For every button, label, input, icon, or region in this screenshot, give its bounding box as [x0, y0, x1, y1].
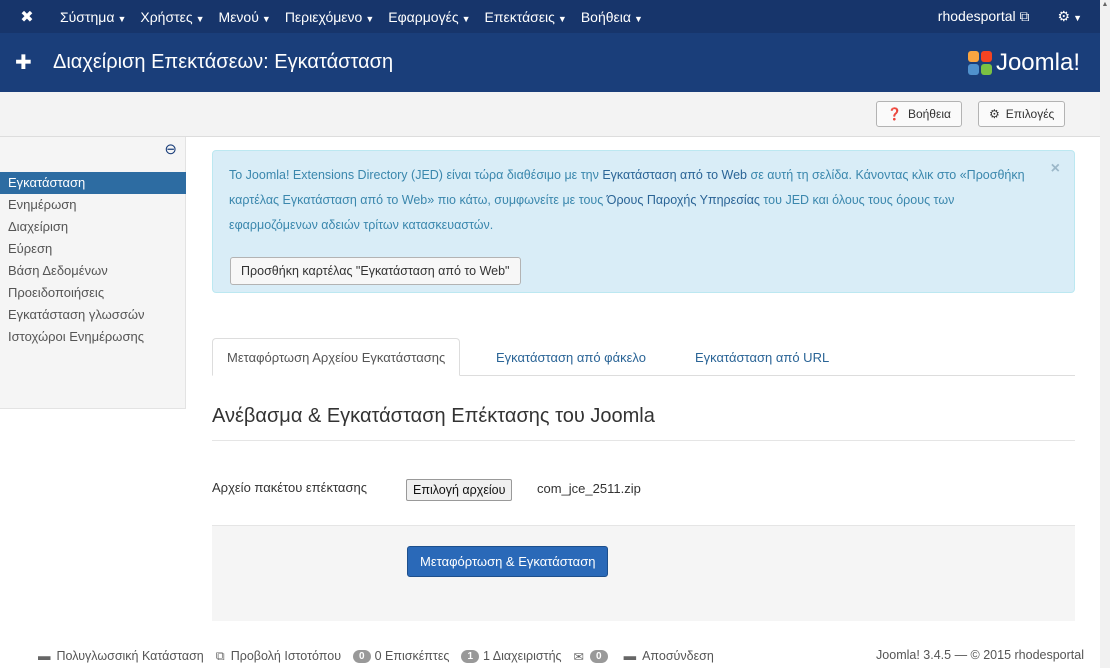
admins-label: 1 Διαχειριστής: [483, 649, 562, 663]
copyright-text: Joomla! 3.4.5 — © 2015 rhodesportal: [876, 648, 1084, 662]
status-bar: ▬ Πολυγλωσσική Κατάσταση ⧉ Προβολή Ιστοτ…: [0, 644, 1100, 668]
caret-down-icon: ▼: [461, 13, 471, 24]
caret-down-icon: ▼: [261, 13, 271, 24]
close-icon[interactable]: ×: [1051, 160, 1060, 178]
visitors-status: 0 0 Επισκέπτες: [353, 649, 449, 663]
scroll-up-icon[interactable]: ▲: [1100, 1, 1110, 8]
gear-icon: ⚙: [989, 107, 1000, 121]
caret-down-icon: ▼: [195, 13, 205, 24]
logout-label: Αποσύνδεση: [642, 649, 714, 663]
sidebar-item-update-sites[interactable]: Ιστοχώροι Ενημέρωσης: [0, 326, 186, 348]
menu-content[interactable]: Περιεχόμενο ▼: [285, 9, 374, 25]
admins-status: 1 1 Διαχειριστής: [461, 649, 562, 663]
messages-badge: 0: [590, 649, 608, 663]
external-link-icon: ⧉: [215, 648, 225, 663]
menu-label: Επεκτάσεις: [484, 8, 555, 25]
menu-label: Σύστημα: [60, 8, 115, 25]
package-file-label: Αρχείο πακέτου επέκτασης: [212, 480, 367, 495]
menu-system[interactable]: Σύστημα ▼: [60, 9, 126, 25]
tab-upload-package[interactable]: Μεταφόρτωση Αρχείου Εγκατάστασης: [212, 338, 461, 376]
sidebar: ⊖ Εγκατάσταση Ενημέρωση Διαχείριση Εύρεσ…: [0, 137, 186, 409]
upload-install-button[interactable]: Μεταφόρτωση & Εγκατάσταση: [407, 546, 609, 577]
options-label: Επιλογές: [1005, 107, 1055, 121]
menu-users[interactable]: Χρήστες ▼: [140, 9, 204, 25]
joomla-brand-logo: Joomla!: [967, 48, 1080, 77]
toolbar: ❓ Βοήθεια ⚙ Επιλογές: [0, 92, 1100, 137]
install-from-web-link[interactable]: Εγκατάσταση από το Web: [602, 168, 747, 182]
main-menu: Σύστημα ▼ Χρήστες ▼ Μενού ▼ Περιεχόμενο ▼ Εφ…: [60, 9, 657, 25]
joomla-logo-icon: [967, 50, 992, 75]
help-button[interactable]: ❓ Βοήθεια: [876, 101, 962, 127]
question-icon: ❓: [887, 107, 902, 121]
selected-file-name: com_jce_2511.zip: [537, 481, 641, 496]
choose-file-button[interactable]: Επιλογή αρχείου: [406, 479, 513, 501]
external-link-icon: ⧉: [1019, 8, 1030, 24]
caret-down-icon: ▼: [365, 13, 375, 24]
options-button[interactable]: ⚙ Επιλογές: [978, 101, 1066, 127]
view-site-label: Προβολή Ιστοτόπου: [230, 649, 342, 663]
visitors-label: 0 Επισκέπτες: [374, 649, 450, 663]
messages-status[interactable]: ✉ 0: [574, 649, 612, 664]
help-label: Βοήθεια: [907, 107, 951, 121]
comment-icon: ▬: [38, 649, 51, 663]
add-web-install-tab-button[interactable]: Προσθήκη καρτέλας "Εγκατάσταση από το We…: [230, 257, 521, 285]
menu-label: Περιεχόμενο: [284, 8, 363, 25]
alert-text-part: Το Joomla! Extensions Directory (JED) εί…: [229, 168, 603, 182]
sidebar-item-manage[interactable]: Διαχείριση: [0, 216, 186, 238]
caret-down-icon: ▼: [557, 13, 567, 24]
sidebar-item-install-languages[interactable]: Εγκατάσταση γλωσσών: [0, 304, 186, 326]
puzzle-icon: ✚: [15, 52, 32, 74]
user-menu[interactable]: ⚙ ▼: [1058, 8, 1082, 25]
jed-alert: Το Joomla! Extensions Directory (JED) εί…: [212, 150, 1075, 293]
caret-down-icon: ▼: [634, 13, 643, 24]
menu-extensions[interactable]: Επεκτάσεις ▼: [485, 9, 567, 25]
menu-label: Βοήθεια: [580, 8, 631, 25]
section-title: Ανέβασμα & Εγκατάσταση Επέκτασης του Joo…: [212, 405, 1075, 441]
alert-text: Το Joomla! Extensions Directory (JED) εί…: [229, 163, 1039, 238]
envelope-icon: ✉: [573, 649, 585, 664]
page-header: ✚ Διαχείριση Επεκτάσεων: Εγκατάσταση Joo…: [0, 33, 1100, 92]
menu-help[interactable]: Βοήθεια ▼: [581, 9, 643, 25]
sidebar-item-discover[interactable]: Εύρεση: [0, 238, 186, 260]
sidebar-item-database[interactable]: Βάση Δεδομένων: [0, 260, 186, 282]
menu-menus[interactable]: Μενού ▼: [219, 9, 271, 25]
sidebar-item-warnings[interactable]: Προειδοποιήσεις: [0, 282, 186, 304]
sidebar-item-update[interactable]: Ενημέρωση: [0, 194, 186, 216]
tab-install-from-folder[interactable]: Εγκατάσταση από φάκελο: [482, 338, 660, 376]
menu-label: Μενού: [218, 8, 259, 25]
multilang-label: Πολυγλωσσική Κατάσταση: [56, 649, 204, 663]
admins-badge: 1: [461, 649, 480, 663]
terms-of-service-link[interactable]: Όρους Παροχής Υπηρεσίας: [607, 193, 760, 207]
page-title: Διαχείριση Επεκτάσεων: Εγκατάσταση: [53, 51, 394, 73]
minus-icon: ▬: [623, 649, 637, 663]
multilang-status[interactable]: ▬ Πολυγλωσσική Κατάσταση: [38, 649, 204, 663]
menu-components[interactable]: Εφαρμογές ▼: [388, 9, 470, 25]
gear-icon: ⚙: [1057, 8, 1071, 24]
collapse-sidebar-icon[interactable]: ⊖: [164, 140, 177, 158]
tab-install-from-url[interactable]: Εγκατάσταση από URL: [681, 338, 843, 376]
caret-down-icon: ▼: [1073, 13, 1082, 23]
joomla-icon[interactable]: ✖: [12, 7, 42, 27]
logout-link[interactable]: ▬ Αποσύνδεση: [624, 649, 714, 663]
site-link[interactable]: rhodesportal ⧉: [938, 8, 1030, 25]
form-actions: Μεταφόρτωση & Εγκατάσταση: [212, 525, 1075, 621]
install-tabs: Μεταφόρτωση Αρχείου Εγκατάστασης Εγκατάσ…: [212, 338, 1075, 376]
nav-right: rhodesportal ⧉ ⚙ ▼: [938, 8, 1100, 25]
caret-down-icon: ▼: [117, 13, 127, 24]
vertical-scrollbar[interactable]: ▲: [1100, 0, 1110, 668]
view-site-link[interactable]: ⧉ Προβολή Ιστοτόπου: [216, 649, 341, 664]
top-navbar: ✖ Σύστημα ▼ Χρήστες ▼ Μενού ▼ Περιεχόμενο ▼ …: [0, 0, 1100, 33]
menu-label: Εφαρμογές: [388, 8, 459, 25]
menu-label: Χρήστες: [140, 8, 193, 25]
site-label: rhodesportal: [937, 8, 1016, 24]
sidebar-menu: Εγκατάσταση Ενημέρωση Διαχείριση Εύρεση …: [0, 172, 186, 348]
visitors-badge: 0: [353, 649, 371, 663]
brand-text: Joomla!: [995, 48, 1080, 76]
sidebar-item-install[interactable]: Εγκατάσταση: [0, 172, 186, 194]
